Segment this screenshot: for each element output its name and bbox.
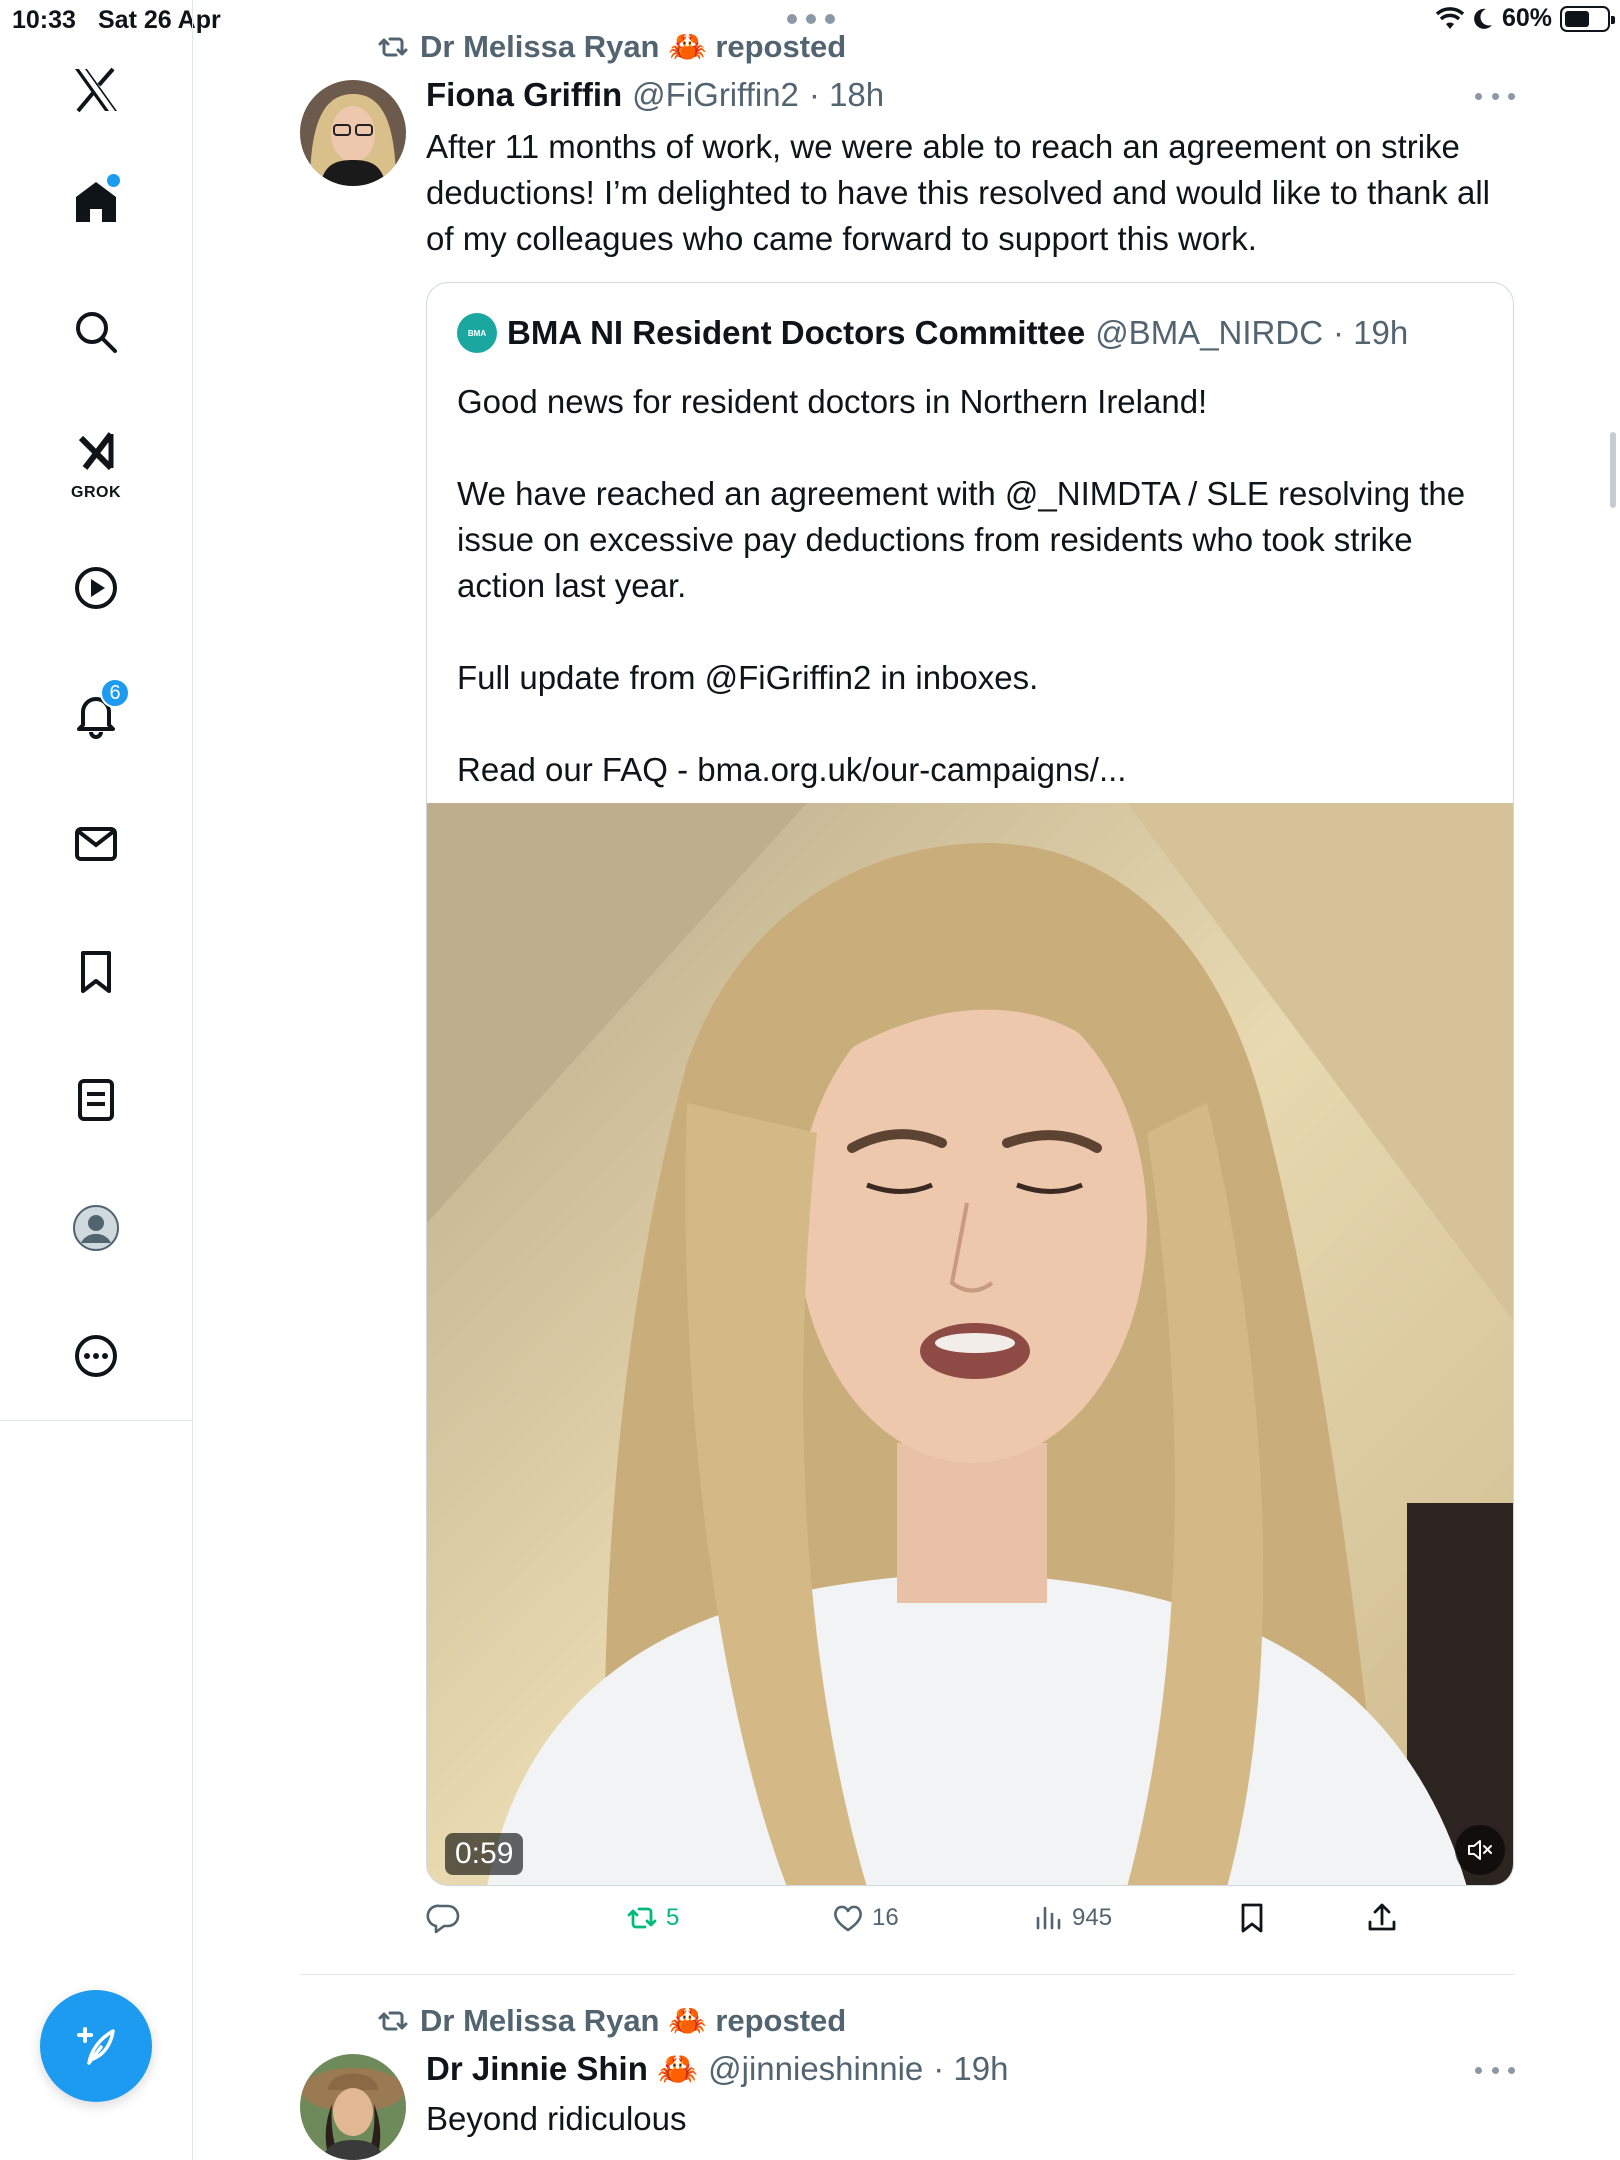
mute-button[interactable] (1455, 1825, 1505, 1875)
like-count: 16 (872, 1904, 899, 1931)
quote-paragraph: We have reached an agreement with @_NIMD… (457, 475, 1466, 604)
quote-paragraph: Good news for resident doctors in Northe… (457, 383, 1208, 420)
quote-author[interactable]: BMA BMA NI Resident Doctors Committee @B… (457, 313, 1408, 353)
reply-icon (426, 1904, 460, 1934)
repost-icon (627, 1907, 657, 1929)
views-count: 945 (1072, 1904, 1113, 1931)
handle[interactable]: @FiGriffin2 (632, 76, 799, 114)
multitasking-dots-icon[interactable] (787, 14, 835, 24)
compose-button[interactable] (40, 1990, 152, 2102)
repost-count: 5 (666, 1904, 680, 1931)
status-indicators: 60% (1435, 4, 1615, 33)
quote-timestamp[interactable]: · 19h (1333, 314, 1408, 352)
heart-icon (834, 1905, 862, 1932)
timestamp[interactable]: · 19h (933, 2050, 1008, 2088)
grok-icon[interactable]: GROK (46, 414, 146, 514)
tweet-divider (300, 1974, 1515, 1975)
notifications-badge: 6 (100, 678, 130, 708)
views-chart-icon (1036, 1906, 1061, 1930)
repost-by-text: Dr Melissa Ryan 🦀 reposted (420, 29, 847, 64)
compose-icon (77, 2027, 115, 2065)
quote-paragraph: Full update from @FiGriffin2 in inboxes. (457, 659, 1039, 696)
battery-icon (1560, 5, 1615, 32)
sidebar-divider (0, 1420, 193, 1421)
more-options-icon[interactable] (1475, 2060, 1515, 2080)
moon-icon (1474, 8, 1492, 29)
notifications-icon[interactable]: 6 (46, 664, 146, 764)
repost-indicator[interactable]: Dr Melissa Ryan 🦀 reposted (376, 28, 846, 65)
profile-icon[interactable] (46, 1178, 146, 1278)
battery-percent: 60% (1501, 4, 1552, 32)
video-frame (427, 803, 1513, 1885)
share-button[interactable] (1364, 1900, 1400, 1936)
repost-by-text: Dr Melissa Ryan 🦀 reposted (420, 2003, 847, 2038)
timestamp[interactable]: · 18h (809, 76, 884, 114)
avatar[interactable] (300, 2054, 406, 2160)
handle[interactable]: @jinnieshinnie (708, 2050, 923, 2088)
wifi-icon (1435, 6, 1464, 29)
bma-logo: BMA (457, 313, 497, 353)
reply-button[interactable] (426, 1900, 462, 1936)
more-icon[interactable] (46, 1306, 146, 1406)
bookmarks-icon[interactable] (46, 922, 146, 1022)
quote-text: Good news for resident doctors in Northe… (457, 379, 1477, 793)
scrollbar[interactable] (1610, 432, 1616, 508)
bookmark-icon (1241, 1903, 1263, 1933)
quote-paragraph: Read our FAQ - bma.org.uk/our-campaigns/… (457, 751, 1127, 788)
video-icon[interactable] (46, 538, 146, 638)
home-icon[interactable] (46, 152, 146, 252)
search-icon[interactable] (46, 282, 146, 382)
repost-icon (378, 37, 408, 56)
tweet-author[interactable]: Dr Jinnie Shin 🦀 @jinnieshinnie · 19h (426, 2050, 1008, 2089)
repost-indicator[interactable]: Dr Melissa Ryan 🦀 reposted (376, 2002, 846, 2039)
muted-speaker-icon (1468, 1840, 1492, 1860)
messages-icon[interactable] (46, 794, 146, 894)
video-player[interactable]: 0:59 (427, 803, 1513, 1885)
quote-display-name[interactable]: BMA NI Resident Doctors Committee (507, 314, 1085, 352)
share-icon (1368, 1903, 1396, 1931)
quote-tweet[interactable]: BMA BMA NI Resident Doctors Committee @B… (426, 282, 1514, 1886)
quote-handle[interactable]: @BMA_NIRDC (1095, 314, 1323, 352)
more-options-icon[interactable] (1475, 86, 1515, 106)
grok-label: GROK (71, 484, 121, 501)
tweet-text: Beyond ridiculous (426, 2100, 687, 2137)
home-new-dot (107, 174, 120, 187)
display-name[interactable]: Fiona Griffin (426, 76, 622, 114)
bookmark-button[interactable] (1234, 1900, 1270, 1936)
display-name[interactable]: Dr Jinnie Shin 🦀 (426, 2050, 698, 2089)
x-logo-icon[interactable] (46, 40, 146, 140)
tweet-text: After 11 months of work, we were able to… (426, 128, 1490, 257)
views-button[interactable]: 945 (1030, 1900, 1112, 1936)
repost-button[interactable]: 5 (624, 1900, 679, 1936)
like-button[interactable]: 16 (830, 1900, 899, 1936)
sidebar: GROK 6 (0, 0, 193, 2160)
tweet-actions: 5 16 945 (426, 1900, 1426, 1956)
repost-icon (378, 2011, 408, 2030)
lists-icon[interactable] (46, 1050, 146, 1150)
avatar[interactable] (300, 80, 406, 186)
tweet-author[interactable]: Fiona Griffin @FiGriffin2 · 18h (426, 76, 884, 114)
video-duration: 0:59 (445, 1833, 524, 1875)
